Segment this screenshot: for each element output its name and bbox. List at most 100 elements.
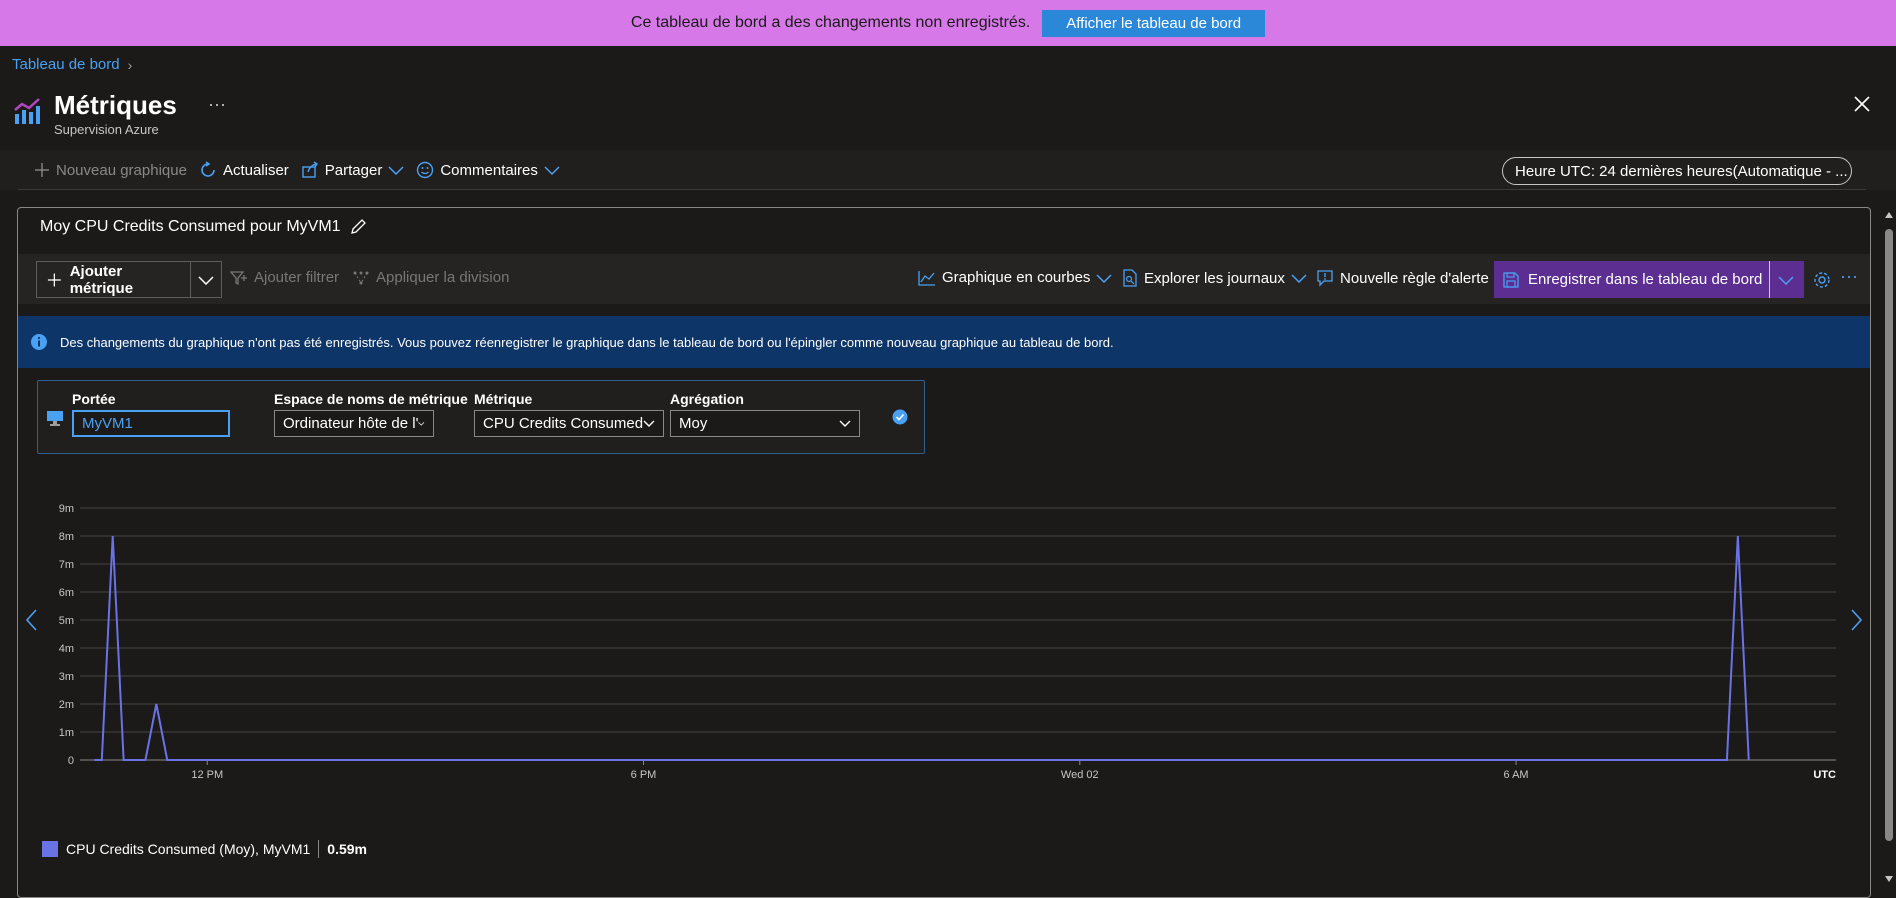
scroll-up-icon[interactable] — [1884, 211, 1894, 219]
add-metric-dropdown[interactable] — [191, 275, 221, 285]
metric-select[interactable]: CPU Credits Consumed — [474, 410, 664, 437]
y-tick-label: 7m — [59, 559, 74, 571]
edit-pencil-icon[interactable] — [349, 218, 367, 236]
more-options-button[interactable]: ··· — [208, 94, 226, 115]
scope-label: Portée — [72, 391, 116, 407]
save-to-dashboard-label: Enregistrer dans le tableau de bord — [1528, 271, 1763, 288]
filter-icon — [230, 270, 247, 285]
chevron-down-icon — [839, 420, 851, 427]
close-icon[interactable] — [1852, 94, 1872, 114]
chevron-down-icon — [198, 275, 214, 285]
legend-value: 0.59m — [327, 841, 367, 857]
time-range-picker[interactable]: Heure UTC: 24 dernières heures(Automatiq… — [1502, 157, 1852, 185]
feedback-button[interactable]: Commentaires — [416, 161, 560, 179]
share-button[interactable]: Partager — [301, 161, 405, 179]
chart-type-label: Graphique en courbes — [942, 269, 1091, 286]
scope-field: Portée MyVM1 — [72, 391, 230, 437]
feedback-label: Commentaires — [440, 161, 538, 179]
share-label: Partager — [324, 161, 383, 179]
add-filter-label: Ajouter filtrer — [254, 269, 340, 286]
save-to-dashboard-dropdown[interactable] — [1770, 275, 1802, 285]
save-to-dashboard-split-button[interactable]: Enregistrer dans le tableau de bord — [1494, 261, 1804, 298]
checkmark-circle-icon[interactable] — [892, 409, 908, 425]
save-icon — [1503, 271, 1519, 288]
y-tick-label: 5m — [59, 615, 74, 627]
metric-field: Métrique CPU Credits Consumed — [474, 391, 664, 437]
add-metric-label: Ajouter métrique — [69, 262, 134, 297]
chevron-down-icon — [1778, 275, 1794, 285]
save-to-dashboard-button[interactable]: Enregistrer dans le tableau de bord — [1494, 261, 1770, 298]
page-subtitle: Supervision Azure — [54, 122, 159, 137]
chevron-down-icon — [388, 166, 404, 175]
y-tick-label: 9m — [59, 503, 74, 515]
namespace-value: Ordinateur hôte de l' — [283, 415, 419, 432]
new-chart-label: Nouveau graphique — [56, 161, 187, 179]
add-filter-button[interactable]: Ajouter filtrer — [230, 269, 339, 286]
new-alert-rule-label: Nouvelle règle d'alerte — [1340, 269, 1489, 287]
legend-swatch — [42, 841, 58, 857]
aggregation-field: Agrégation Moy — [670, 391, 860, 437]
x-tick-label: Wed 02 — [1061, 769, 1099, 781]
chart-panel: Moy CPU Credits Consumed pour MyVM1 Ajou… — [17, 207, 1871, 898]
toolbar-divider — [18, 189, 1866, 190]
namespace-field: Espace de noms de métrique Ordinateur hô… — [274, 391, 468, 437]
y-tick-label: 0 — [68, 755, 74, 767]
metric-selector-row: Portée MyVM1 Espace de noms de métrique … — [37, 380, 925, 454]
chart-type-button[interactable]: Graphique en courbes — [918, 269, 1112, 286]
info-message-text: Des changements du graphique n'ont pas é… — [60, 334, 1114, 350]
scroll-thumb[interactable] — [1885, 229, 1893, 841]
info-message-bar: Des changements du graphique n'ont pas é… — [18, 316, 1870, 368]
show-dashboard-button[interactable]: Afficher le tableau de bord — [1042, 9, 1266, 37]
alert-icon — [1317, 270, 1333, 287]
namespace-select[interactable]: Ordinateur hôte de l' — [274, 410, 434, 437]
chevron-down-icon — [643, 420, 655, 427]
virtual-machine-icon — [47, 411, 63, 426]
y-tick-label: 1m — [59, 727, 74, 739]
explore-logs-label: Explorer les journaux — [1144, 269, 1285, 287]
plus-icon — [35, 163, 49, 177]
new-chart-button[interactable]: Nouveau graphique — [34, 162, 187, 179]
explore-logs-button[interactable]: Explorer les journaux — [1122, 269, 1307, 287]
logs-icon — [1123, 269, 1137, 287]
add-metric-button[interactable]: Ajouter métrique — [37, 262, 192, 297]
page-header: Tableau de bord › Métriques Supervision … — [0, 46, 1896, 150]
chevron-down-icon — [418, 421, 425, 426]
share-icon — [302, 161, 318, 178]
metric-value: CPU Credits Consumed — [483, 415, 644, 432]
metrics-icon — [14, 98, 40, 124]
legend-separator — [318, 840, 320, 858]
x-tick-label: 6 AM — [1504, 769, 1529, 781]
x-tick-label: 12 PM — [191, 769, 223, 781]
settings-gear-icon[interactable] — [1812, 270, 1832, 290]
apply-split-button[interactable]: Appliquer la division — [352, 269, 509, 286]
namespace-label: Espace de noms de métrique — [274, 391, 468, 407]
smiley-icon — [417, 161, 434, 179]
banner-message: Ce tableau de bord a des changements non… — [630, 14, 1031, 31]
chart-more-button[interactable]: ··· — [1840, 266, 1858, 287]
chevron-down-icon — [1096, 273, 1112, 283]
plus-icon — [47, 273, 61, 286]
aggregation-select[interactable]: Moy — [670, 410, 860, 437]
aggregation-label: Agrégation — [670, 391, 744, 407]
chart-legend[interactable]: CPU Credits Consumed (Moy), MyVM1 0.59m — [42, 840, 367, 858]
refresh-button[interactable]: Actualiser — [199, 161, 289, 179]
x-tick-label: 6 PM — [631, 769, 657, 781]
y-tick-label: 3m — [59, 671, 74, 683]
new-alert-rule-button[interactable]: Nouvelle règle d'alerte — [1316, 269, 1489, 287]
y-tick-label: 8m — [59, 531, 74, 543]
metric-label: Métrique — [474, 391, 533, 407]
breadcrumb-dashboard-link[interactable]: Tableau de bord — [12, 56, 120, 73]
y-tick-label: 4m — [59, 643, 74, 655]
y-tick-label: 2m — [59, 699, 74, 711]
scope-input[interactable]: MyVM1 — [72, 410, 230, 437]
scroll-down-icon[interactable] — [1884, 875, 1894, 883]
add-metric-split-button[interactable]: Ajouter métrique — [36, 261, 222, 298]
chart-toolbar: Ajouter métrique Ajouter filtrer Appliqu… — [18, 254, 1870, 304]
x-unit-label: UTC — [1813, 769, 1836, 781]
refresh-label: Actualiser — [222, 161, 289, 179]
refresh-icon — [201, 161, 215, 177]
chevron-right-icon: › — [127, 56, 133, 73]
unsaved-banner: Ce tableau de bord a des changements non… — [0, 0, 1896, 46]
apply-split-label: Appliquer la division — [376, 269, 510, 286]
page-scrollbar[interactable] — [1882, 207, 1896, 898]
